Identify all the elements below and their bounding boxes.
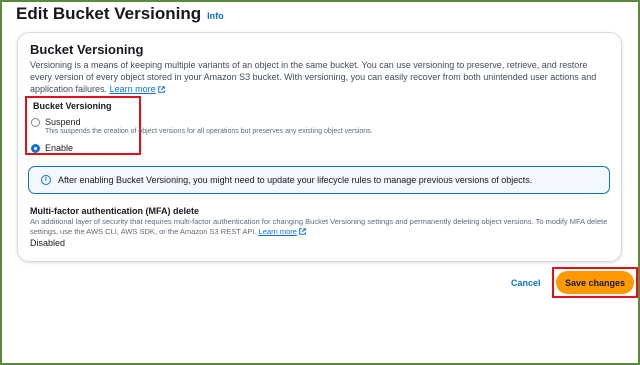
learn-more-label: Learn more	[109, 84, 156, 94]
section-title: Bucket Versioning	[30, 42, 144, 57]
cancel-button[interactable]: Cancel	[511, 278, 541, 288]
save-changes-button[interactable]: Save changes	[556, 271, 634, 294]
mfa-description: An additional layer of security that req…	[30, 217, 615, 237]
mfa-status-value: Disabled	[30, 238, 66, 248]
info-icon: i	[41, 175, 51, 185]
info-alert: i After enabling Bucket Versioning, you …	[28, 166, 610, 194]
mfa-learn-more-link[interactable]: Learn more	[259, 227, 306, 236]
radio-suspend-label: Suspend	[45, 117, 81, 127]
external-link-icon	[157, 86, 165, 93]
mfa-title: Multi-factor authentication (MFA) delete	[30, 206, 200, 216]
radio-enable[interactable]: Enable	[31, 143, 73, 153]
mfa-description-text: An additional layer of security that req…	[30, 217, 608, 236]
alert-text: After enabling Bucket Versioning, you mi…	[58, 175, 533, 185]
info-link[interactable]: Info	[207, 11, 224, 21]
page-title: Edit Bucket Versioning	[16, 4, 202, 23]
mfa-learn-more-label: Learn more	[258, 227, 297, 236]
learn-more-link[interactable]: Learn more	[110, 84, 165, 94]
external-link-icon	[299, 228, 306, 235]
versioning-field-label: Bucket Versioning	[33, 101, 112, 111]
radio-enable-label: Enable	[45, 143, 74, 153]
radio-suspend[interactable]: Suspend	[31, 117, 81, 127]
radio-enable-indicator[interactable]	[31, 143, 40, 153]
radio-suspend-help: This suspends the creation of object ver…	[45, 128, 373, 135]
section-description: Versioning is a means of keeping multipl…	[30, 59, 610, 95]
page-header: Edit Bucket Versioning Info	[16, 4, 224, 24]
bucket-versioning-panel: Bucket Versioning Versioning is a means …	[17, 32, 622, 262]
radio-suspend-indicator[interactable]	[31, 117, 40, 127]
